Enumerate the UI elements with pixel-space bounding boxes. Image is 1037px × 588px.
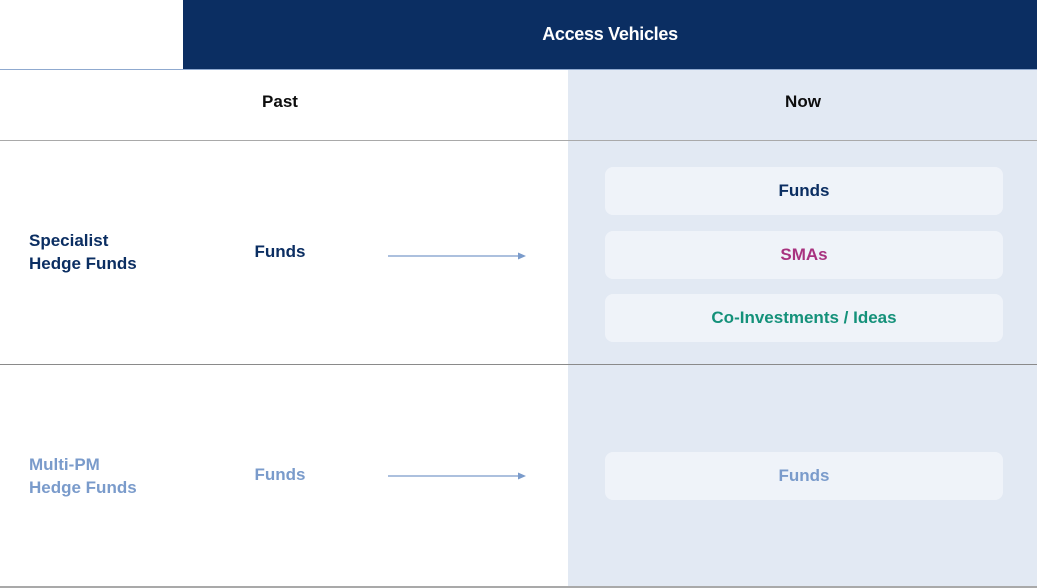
now-vehicle-smas: SMAs bbox=[605, 231, 1003, 279]
access-vehicles-header: Access Vehicles bbox=[183, 0, 1037, 69]
now-vehicle-label: Funds bbox=[778, 181, 830, 200]
arrow-right-icon bbox=[388, 472, 526, 480]
now-vehicle-funds: Funds bbox=[605, 452, 1003, 500]
arrow-right-icon bbox=[388, 252, 526, 260]
header-title: Access Vehicles bbox=[542, 24, 678, 44]
row-label-line: Specialist bbox=[29, 231, 109, 250]
now-vehicle-funds: Funds bbox=[605, 167, 1003, 215]
now-vehicle-label: SMAs bbox=[780, 245, 828, 264]
past-vehicle-funds: Funds bbox=[254, 242, 306, 261]
row-divider bbox=[0, 364, 1037, 365]
column-header-past: Past bbox=[262, 92, 298, 111]
row-label-specialist-hedge-funds: Specialist Hedge Funds bbox=[29, 229, 137, 275]
now-vehicle-label: Funds bbox=[778, 466, 830, 485]
row-divider bbox=[0, 140, 1037, 141]
column-header-now: Now bbox=[785, 92, 821, 111]
now-vehicle-co-investments: Co-Investments / Ideas bbox=[605, 294, 1003, 342]
row-label-multi-pm-hedge-funds: Multi-PM Hedge Funds bbox=[29, 453, 137, 499]
row-label-line: Multi-PM bbox=[29, 455, 100, 474]
past-vehicle-funds: Funds bbox=[254, 465, 306, 484]
row-label-line: Hedge Funds bbox=[29, 478, 137, 497]
now-vehicle-label: Co-Investments / Ideas bbox=[711, 308, 897, 327]
row-label-line: Hedge Funds bbox=[29, 254, 137, 273]
